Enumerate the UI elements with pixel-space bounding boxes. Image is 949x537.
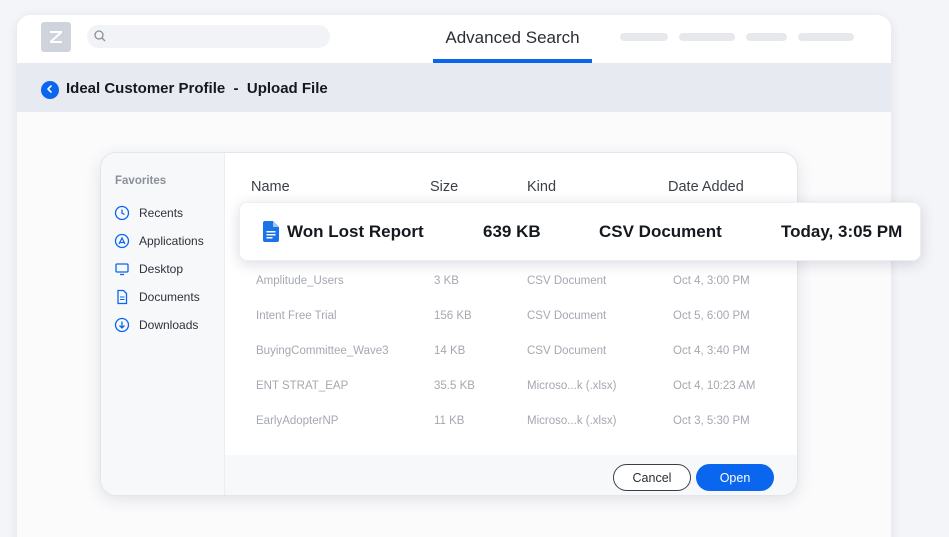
- selected-file-date: Today, 3:05 PM: [781, 222, 903, 241]
- file-date: Oct 5, 6:00 PM: [673, 310, 750, 322]
- sidebar-item-label: Downloads: [139, 318, 199, 332]
- document-icon: [114, 289, 130, 305]
- sidebar-item-label: Recents: [139, 206, 184, 220]
- favorites-sidebar: Favorites Recents Applications Desktop D…: [101, 153, 225, 495]
- file-kind: Microso...k (.xlsx): [527, 415, 617, 427]
- file-kind: CSV Document: [527, 345, 607, 357]
- file-name: Amplitude_Users: [256, 275, 344, 287]
- file-date: Oct 4, 3:00 PM: [673, 275, 750, 287]
- search-icon: [93, 29, 107, 43]
- column-header-name[interactable]: Name: [251, 179, 290, 195]
- sidebar-item-applications[interactable]: Applications: [114, 232, 204, 250]
- file-name: ENT STRAT_EAP: [256, 380, 349, 392]
- zoominfo-z-logo-icon[interactable]: [41, 22, 71, 52]
- favorites-heading: Favorites: [115, 175, 167, 187]
- file-name: Intent Free Trial: [256, 310, 337, 322]
- page-title: Ideal Customer Profile - Upload File: [66, 80, 328, 97]
- nav-placeholder-2[interactable]: [679, 33, 735, 41]
- file-name: EarlyAdopterNP: [256, 415, 339, 427]
- selected-file-kind: CSV Document: [599, 222, 722, 241]
- file-date: Oct 3, 5:30 PM: [673, 415, 750, 427]
- dialog-footer: Cancel Open: [225, 455, 797, 495]
- open-button[interactable]: Open: [696, 464, 774, 491]
- search-input[interactable]: [87, 25, 330, 48]
- file-date: Oct 4, 3:40 PM: [673, 345, 750, 357]
- clock-icon: [114, 205, 130, 221]
- selected-file-row[interactable]: Won Lost Report 639 KB CSV Document Toda…: [239, 202, 921, 261]
- file-size: 3 KB: [434, 275, 459, 287]
- file-size: 14 KB: [434, 345, 466, 357]
- file-date: Oct 4, 10:23 AM: [673, 380, 756, 392]
- column-header-date-added[interactable]: Date Added: [668, 179, 744, 195]
- column-header-size[interactable]: Size: [430, 179, 458, 195]
- tab-advanced-search[interactable]: Advanced Search: [433, 15, 592, 63]
- file-size: 11 KB: [434, 415, 465, 427]
- sidebar-item-label: Applications: [139, 234, 204, 248]
- monitor-icon: [114, 261, 130, 277]
- file-kind: Microso...k (.xlsx): [527, 380, 617, 392]
- selected-file-size: 639 KB: [483, 222, 541, 241]
- top-navigation-bar: Advanced Search: [17, 15, 891, 63]
- sidebar-item-downloads[interactable]: Downloads: [114, 316, 198, 334]
- chevron-left-icon: [45, 81, 55, 99]
- file-kind: CSV Document: [527, 310, 607, 322]
- nav-placeholder-1[interactable]: [620, 33, 668, 41]
- app-store-icon: [114, 233, 130, 249]
- file-size: 156 KB: [434, 310, 472, 322]
- google-doc-icon: [263, 221, 279, 242]
- file-name: BuyingCommittee_Wave3: [256, 345, 389, 357]
- column-header-kind[interactable]: Kind: [527, 179, 556, 195]
- page-subheader: Ideal Customer Profile - Upload File: [17, 63, 891, 112]
- nav-placeholder-4[interactable]: [798, 33, 854, 41]
- sidebar-item-desktop[interactable]: Desktop: [114, 260, 183, 278]
- file-kind: CSV Document: [527, 275, 607, 287]
- sidebar-item-label: Desktop: [139, 262, 184, 276]
- file-size: 35.5 KB: [434, 380, 475, 392]
- back-button[interactable]: [41, 81, 59, 99]
- nav-placeholder-3[interactable]: [746, 33, 787, 41]
- sidebar-item-label: Documents: [139, 290, 200, 304]
- download-icon: [114, 317, 130, 333]
- sidebar-item-recents[interactable]: Recents: [114, 204, 183, 222]
- selected-file-name: Won Lost Report: [287, 222, 424, 241]
- cancel-button[interactable]: Cancel: [613, 464, 691, 491]
- sidebar-item-documents[interactable]: Documents: [114, 288, 200, 306]
